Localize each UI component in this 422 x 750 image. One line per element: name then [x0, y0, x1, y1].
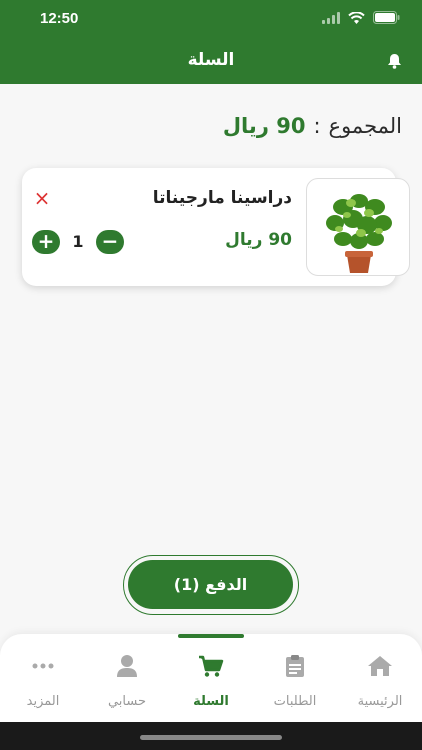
- bottom-tab-bar: الرئيسية الطلبات السلة حسابي المزيد: [0, 634, 422, 722]
- tab-cart[interactable]: السلة: [169, 654, 253, 709]
- checkout-button-outline: الدفع (1): [123, 555, 299, 615]
- tab-more[interactable]: المزيد: [1, 654, 85, 709]
- more-icon: [32, 663, 54, 669]
- app-header: 12:50 السلة: [0, 0, 422, 84]
- tab-orders[interactable]: الطلبات: [253, 654, 337, 709]
- status-icons: [322, 11, 400, 24]
- product-price: 90 ريال: [225, 230, 292, 250]
- quantity-value: 1: [72, 232, 84, 251]
- total-label: المجموع: [328, 114, 402, 138]
- battery-icon: [373, 11, 400, 24]
- remove-item-button[interactable]: ×: [32, 188, 52, 208]
- total-amount: 90 ريال: [222, 114, 306, 138]
- cart-total: المجموع:90 ريال: [223, 114, 402, 138]
- tab-orders-label: الطلبات: [273, 694, 317, 709]
- product-image: [306, 178, 410, 276]
- tab-home[interactable]: الرئيسية: [338, 654, 422, 709]
- wifi-icon: [348, 11, 365, 24]
- page-title: السلة: [187, 50, 235, 70]
- increase-quantity-button[interactable]: +: [32, 230, 60, 254]
- product-name: دراسينا مارجيناتا: [152, 188, 292, 208]
- tab-account[interactable]: حسابي: [85, 654, 169, 709]
- home-indicator[interactable]: [140, 735, 282, 740]
- user-icon: [117, 655, 137, 677]
- clipboard-icon: [286, 655, 304, 677]
- signal-icon: [322, 11, 340, 24]
- status-bar: 12:50: [0, 0, 422, 38]
- tab-more-label: المزيد: [26, 694, 60, 709]
- home-icon: [368, 656, 392, 676]
- total-separator: :: [313, 114, 321, 138]
- active-tab-indicator: [178, 634, 244, 638]
- tab-account-label: حسابي: [107, 694, 147, 709]
- checkout-button[interactable]: الدفع (1): [128, 560, 293, 609]
- home-indicator-area: [0, 722, 422, 750]
- cart-icon: [199, 655, 224, 677]
- status-time: 12:50: [40, 10, 79, 27]
- cart-item-card: دراسينا مارجيناتا 90 ريال × + 1 −: [22, 168, 410, 286]
- tab-cart-label: السلة: [193, 694, 229, 709]
- bell-icon[interactable]: [387, 53, 402, 73]
- decrease-quantity-button[interactable]: −: [96, 230, 124, 254]
- tab-home-label: الرئيسية: [357, 694, 403, 709]
